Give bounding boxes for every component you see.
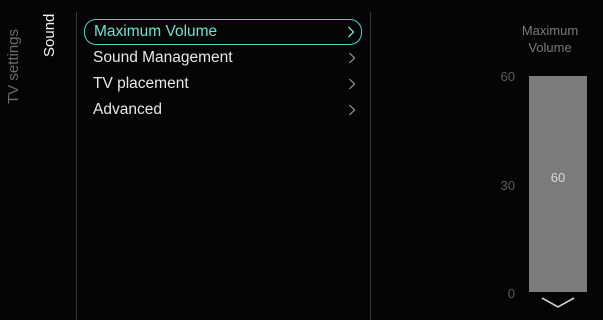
panel-title: Maximum Volume <box>521 23 579 55</box>
breadcrumb-root[interactable]: TV settings <box>5 29 23 104</box>
right-divider <box>370 12 371 320</box>
sound-menu: Maximum Volume Sound Management TV place… <box>84 19 362 123</box>
chevron-right-icon <box>348 78 356 90</box>
menu-item-advanced[interactable]: Advanced <box>84 97 362 123</box>
chevron-right-icon <box>348 52 356 64</box>
menu-item-label: Sound Management <box>93 49 233 66</box>
scale-label-max: 60 <box>500 69 515 84</box>
menu-item-label: TV placement <box>93 75 189 92</box>
menu-item-label: Maximum Volume <box>94 23 218 40</box>
breadcrumb-current: Sound <box>41 13 58 57</box>
menu-item-label: Advanced <box>93 101 162 118</box>
scale-label-mid: 30 <box>500 178 515 193</box>
volume-value: 60 <box>550 170 566 185</box>
volume-slider[interactable]: 60 <box>529 76 587 292</box>
tv-settings-screen: TV settings Sound Maximum Volume Sound M… <box>0 0 603 320</box>
chevron-right-icon <box>347 26 355 38</box>
left-divider <box>76 12 77 320</box>
chevron-down-icon[interactable] <box>540 296 576 315</box>
menu-item-sound-management[interactable]: Sound Management <box>84 45 362 71</box>
menu-item-tv-placement[interactable]: TV placement <box>84 71 362 97</box>
menu-item-maximum-volume[interactable]: Maximum Volume <box>84 19 362 45</box>
chevron-right-icon <box>348 104 356 116</box>
scale-label-min: 0 <box>507 286 515 301</box>
